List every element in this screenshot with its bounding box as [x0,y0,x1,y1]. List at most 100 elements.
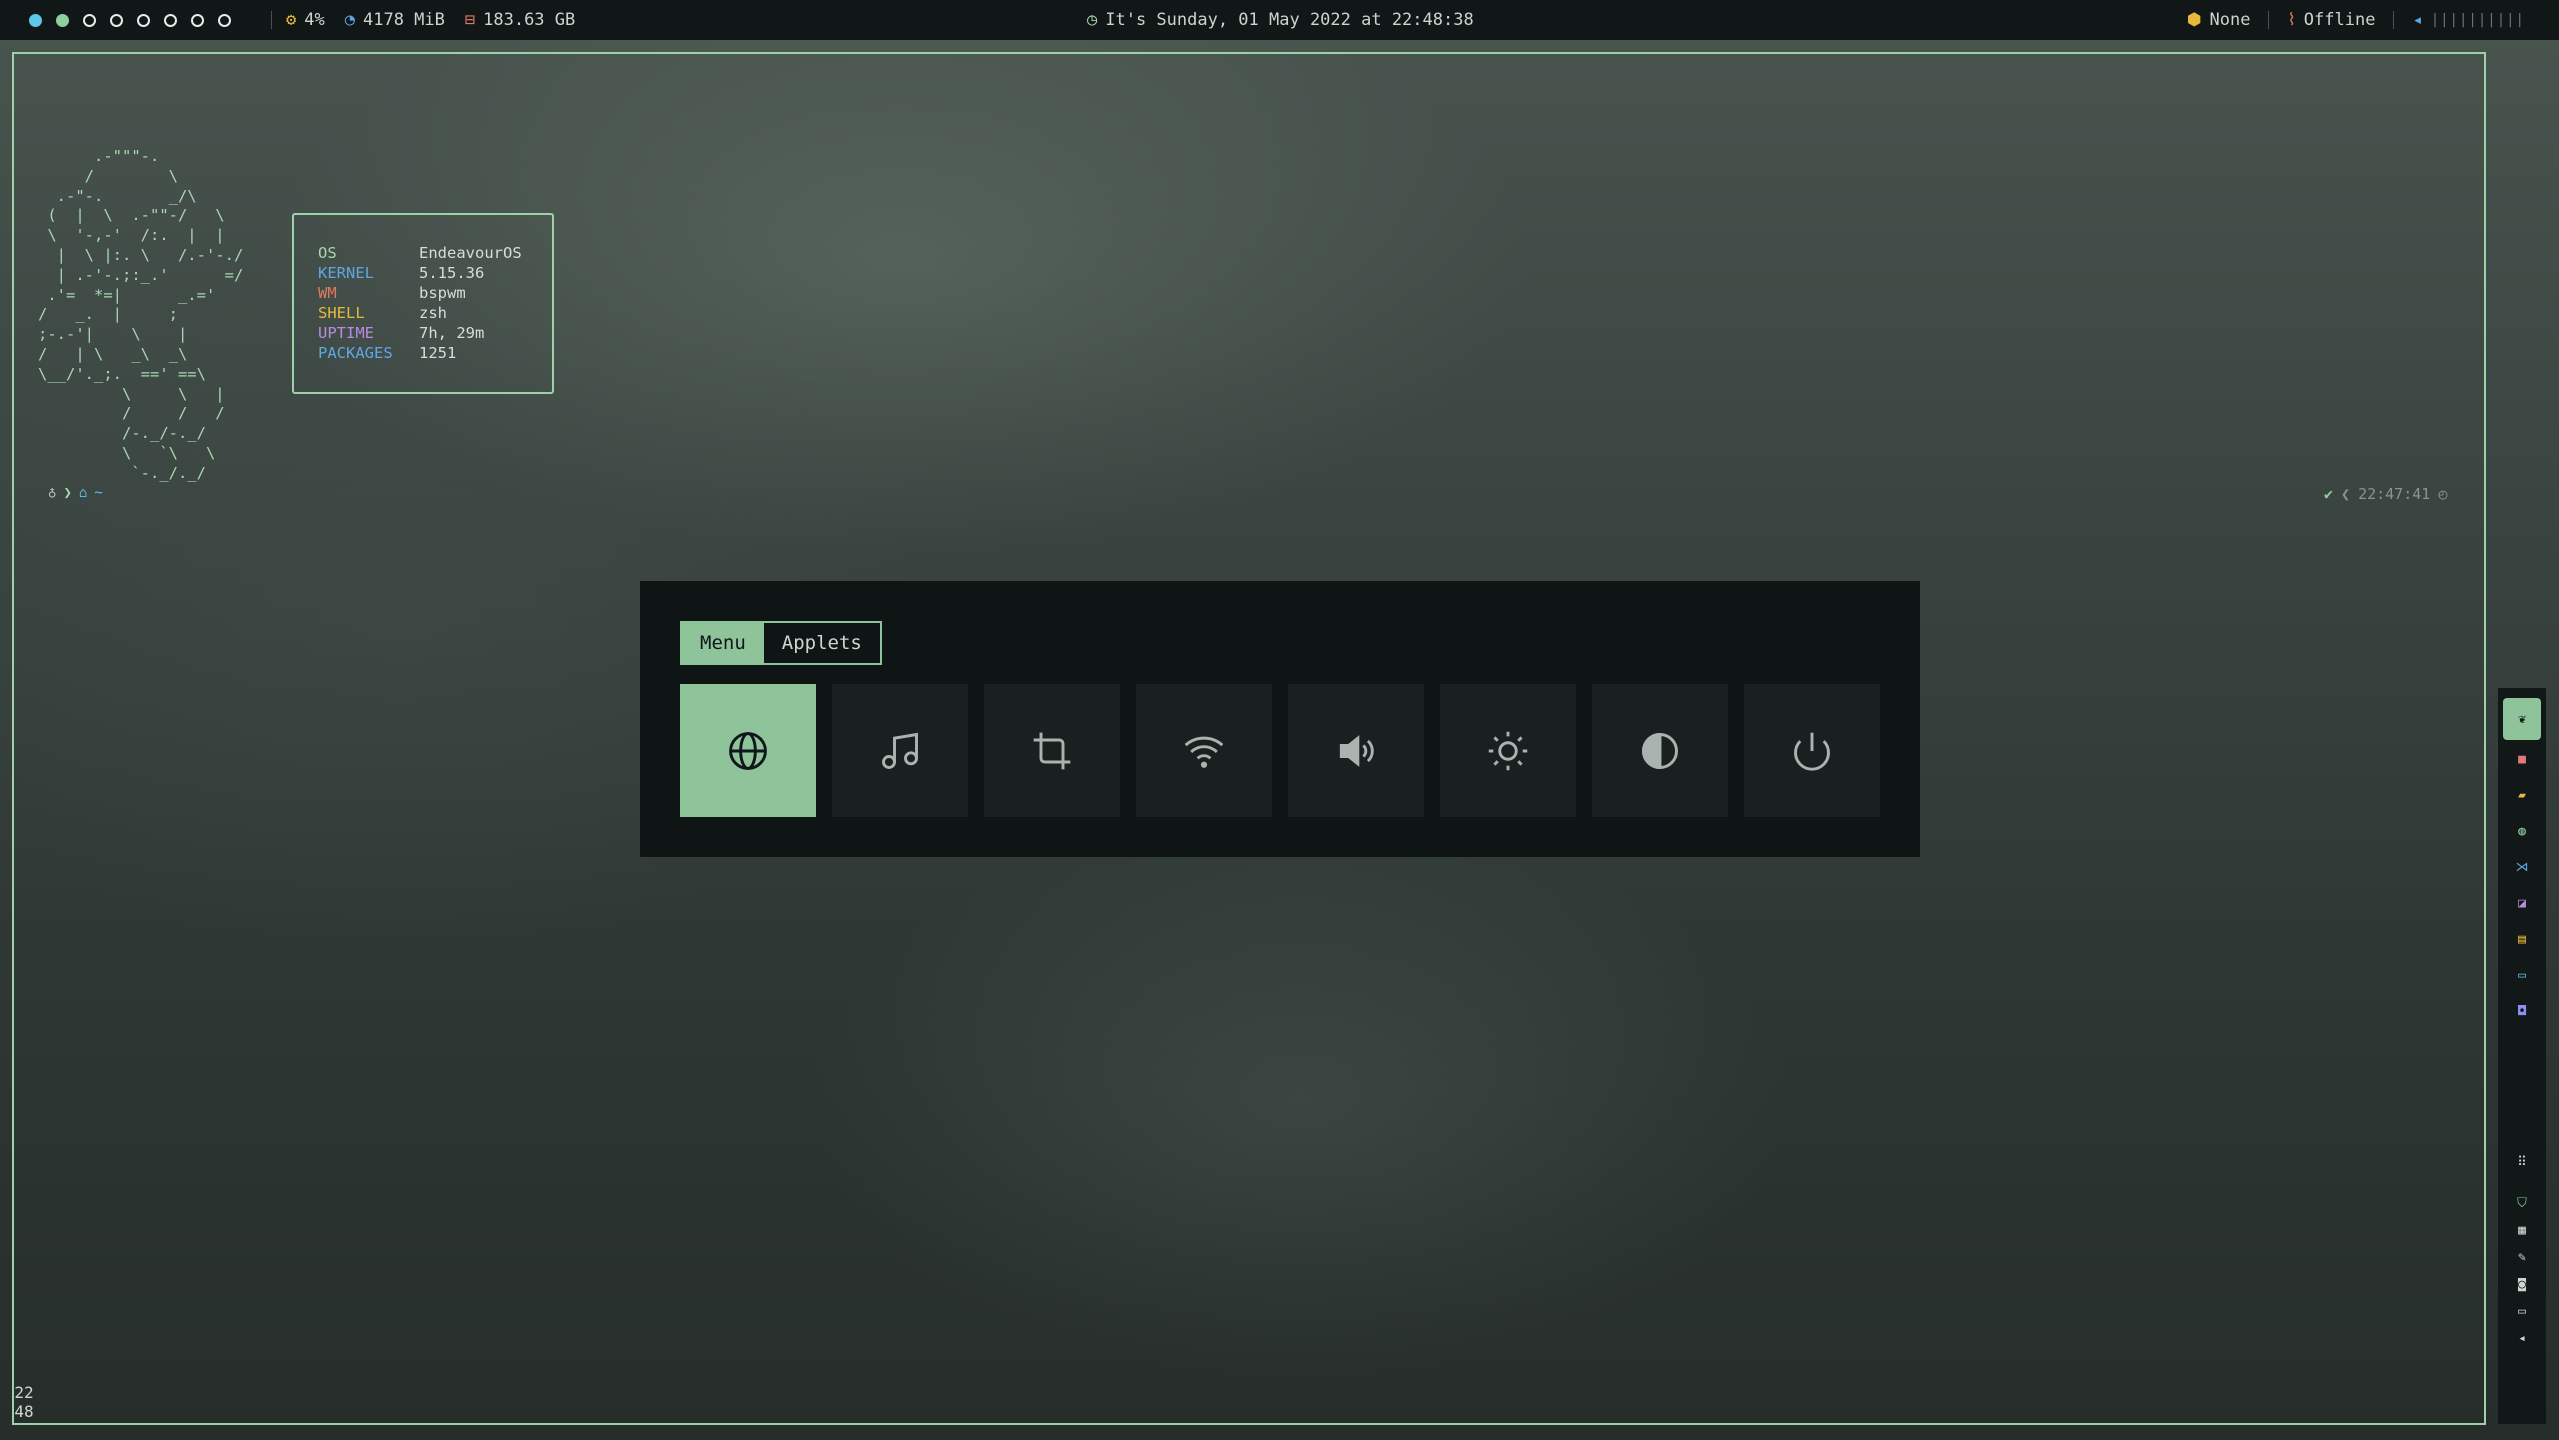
shell-prompt[interactable]: ♁ ❯ ⌂ ~ [48,485,103,501]
intellij-icon[interactable]: ◪ [2498,892,2546,914]
updates-value[interactable]: None [2210,10,2251,30]
memory-stat: ◔ 4178 MiB [345,10,445,30]
info-value: 7h, 29m [419,324,485,342]
disk-stat: ⊟ 183.63 GB [465,10,575,30]
info-value: bspwm [419,284,466,302]
info-row-wm: WM bspwm [318,283,552,303]
cpu-stat: ⚙ 4% [286,10,325,30]
info-key: SHELL [318,304,365,322]
clock[interactable]: ◷ It's Sunday, 01 May 2022 at 22:48:38 [1087,0,1474,40]
brightness-icon [1488,731,1528,770]
network-offline-icon: ⌇ [2287,10,2296,30]
workspace-3[interactable] [83,13,96,27]
cpu-value: 4% [304,10,325,30]
music-tile[interactable] [832,684,968,817]
workspace-7[interactable] [191,13,204,27]
browser-icon[interactable]: ◍ [2498,820,2546,842]
workspace-8[interactable] [218,13,231,27]
notes-icon[interactable]: ▤ [2498,928,2546,950]
pen-icon[interactable]: ✎ [2498,1246,2546,1268]
globe-icon [729,731,767,770]
memory-icon: ◔ [344,10,355,30]
info-key: UPTIME [318,324,374,342]
right-dock: ❦ ■ ▰ ◍ ⋊ ◪ ▤ ▭ ◘ ⠿ ⛉ ▦ ✎ ◙ ▭ ◂ [2498,688,2546,1424]
apps-grid-icon[interactable]: ⠿ [2498,1151,2546,1173]
network-tile[interactable] [1136,684,1272,817]
monitor-icon[interactable]: ▭ [2498,1300,2546,1322]
ascii-logo: .-"""-. / \ .-"-. _/\ ( | \ .-""-/ \ \ '… [38,147,244,482]
top-bar: ⚙ 4% ◔ 4178 MiB ⊟ 183.63 GB ◷ It's Sunda… [0,0,2559,40]
separator [2393,11,2395,29]
check-icon: ✔ [2324,485,2334,503]
info-value: 5.15.36 [419,264,485,282]
info-value: 1251 [419,344,457,362]
tab-applets[interactable]: Applets [764,623,880,663]
volume-tile[interactable] [1288,684,1424,817]
vscode-icon[interactable]: ⋊ [2498,856,2546,878]
workspace-6[interactable] [164,13,177,27]
flame-icon: ♁ [48,485,57,501]
package-icon: ⬢ [2186,10,2202,30]
power-tile[interactable] [1744,684,1880,817]
terminal-icon[interactable]: ▭ [2498,964,2546,986]
workspace-2[interactable] [56,13,69,27]
mail-icon[interactable]: ■ [2498,748,2546,770]
workspace-4[interactable] [110,13,123,27]
wifi-icon [1184,736,1224,768]
discord-icon[interactable]: ◘ [2498,1000,2546,1022]
clock-small-icon: ◴ [2438,485,2448,503]
workspace-indicators [29,13,231,27]
volume-icon [1339,734,1374,767]
volume-bar[interactable]: |||||||||| [2431,12,2525,28]
screenshot-tile[interactable] [984,684,1120,817]
info-row-packages: PACKAGES 1251 [318,343,552,363]
speaker-icon[interactable]: ◂ [2498,1327,2546,1349]
info-key: OS [318,244,337,262]
disk-icon: ⊟ [464,10,476,30]
folder-icon[interactable]: ▰ [2498,784,2546,806]
prompt-arrow-icon: ❯ [63,485,72,501]
brightness-tile[interactable] [1440,684,1576,817]
dock-clock-hour: 22 [14,1383,34,1402]
info-key: KERNEL [318,264,374,282]
info-key: PACKAGES [318,344,393,362]
datetime-text: It's Sunday, 01 May 2022 at 22:48:38 [1105,10,1474,30]
gamepad-icon[interactable]: ◙ [2498,1273,2546,1295]
cpu-icon: ⚙ [286,10,297,30]
menu-tabs: Menu Applets [680,621,882,665]
browser-tile[interactable] [680,684,816,817]
disk-value: 183.63 GB [483,10,576,30]
dock-clock-minute: 48 [14,1402,34,1421]
clipboard-icon[interactable]: ▦ [2498,1219,2546,1241]
info-row-uptime: UPTIME 7h, 29m [318,323,552,343]
tab-menu[interactable]: Menu [682,623,764,663]
leaf-icon: ❦ [2503,698,2541,740]
workspace-5[interactable] [137,13,150,27]
shield-icon[interactable]: ⛉ [2498,1192,2546,1214]
info-row-os: OS EndeavourOS [318,243,552,263]
right-prompt: ✔ ❮ 22:47:41 ◴ [2324,485,2447,503]
info-value: zsh [419,304,447,322]
memory-value: 4178 MiB [362,10,445,30]
workspace-1[interactable] [29,13,42,27]
info-key: WM [318,284,337,302]
power-icon [1794,732,1830,771]
info-value: EndeavourOS [419,244,522,262]
volume-icon[interactable]: ◂ [2412,10,2422,30]
info-row-kernel: KERNEL 5.15.36 [318,263,552,283]
menu-icon-row [680,684,1880,817]
crop-icon [1033,732,1071,769]
dock-clock: 22 48 [0,1383,48,1421]
separator [2268,11,2270,29]
system-info-box: OS EndeavourOS KERNEL 5.15.36 WM bspwm S… [292,213,554,394]
status-area: ⬢ None ⌇ Offline ◂ |||||||||| [2187,0,2525,40]
chevron-left-icon: ❮ [2341,485,2351,503]
music-icon [882,732,918,769]
home-icon: ⌂ [78,485,88,501]
separator [271,11,272,29]
theme-tile[interactable] [1592,684,1728,817]
launcher-menu: Menu Applets [640,581,1920,857]
dock-launcher[interactable]: ❦ [2498,698,2546,740]
prompt-time: 22:47:41 [2358,485,2431,503]
network-value[interactable]: Offline [2304,10,2376,30]
